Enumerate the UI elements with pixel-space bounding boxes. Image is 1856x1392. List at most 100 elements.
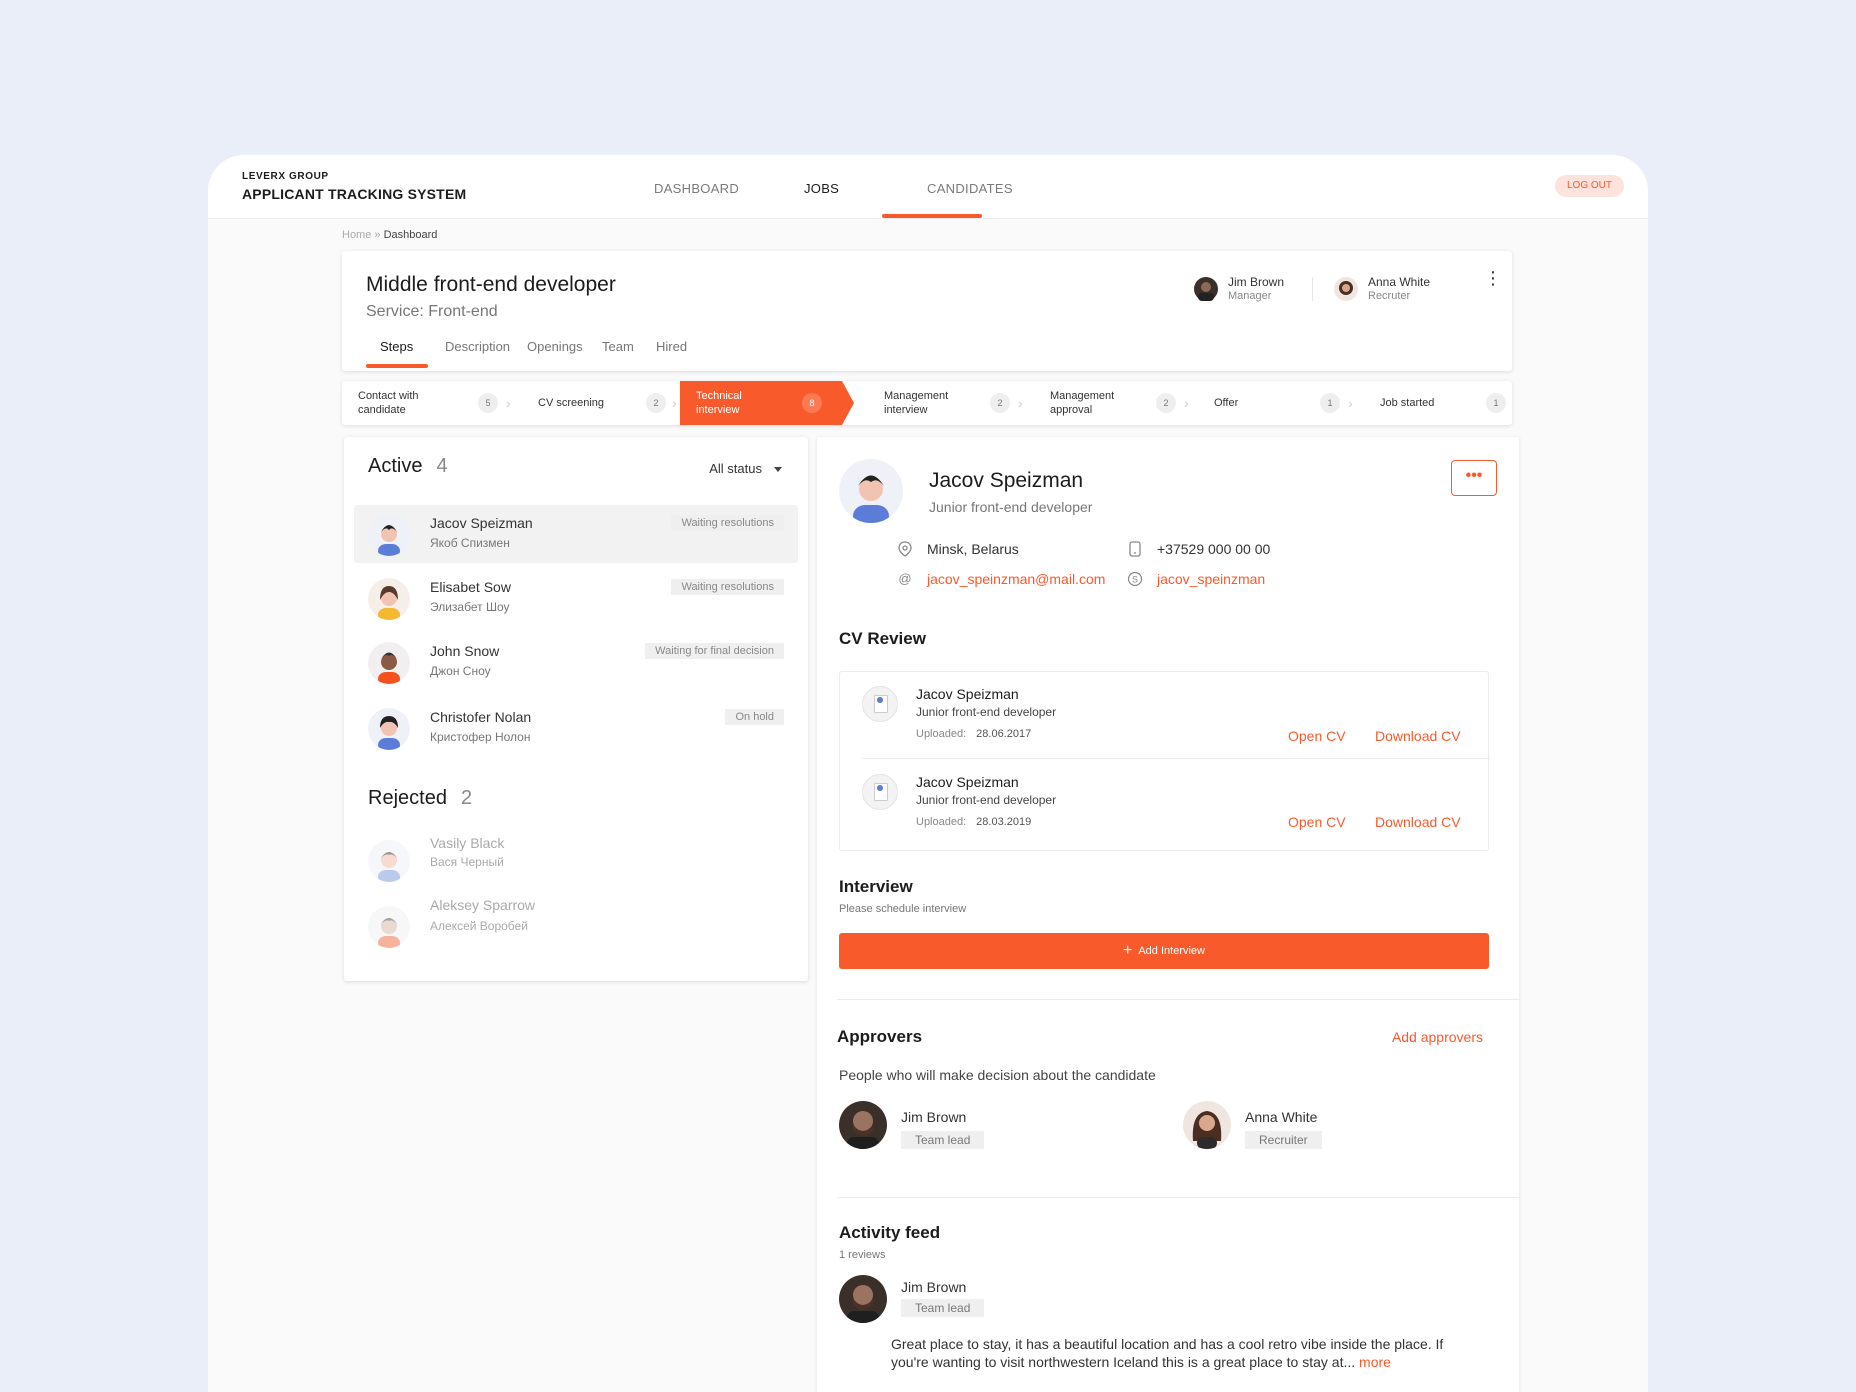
job-title: Middle front-end developer: [366, 273, 616, 296]
divider: [1312, 277, 1313, 301]
avatar-photo-icon: [1198, 282, 1214, 301]
candidate-avatar: [368, 708, 410, 750]
feed-review-text: Great place to stay, it has a beautiful …: [891, 1335, 1461, 1371]
location-text: Minsk, Belarus: [927, 541, 1019, 557]
step-management-approval[interactable]: Management approval 2 ›: [1034, 381, 1189, 425]
status-filter-value: All status: [709, 461, 762, 476]
breadcrumb: Home » Dashboard: [342, 229, 437, 241]
cv-candidate-role: Junior front-end developer: [916, 793, 1057, 807]
tab-openings[interactable]: Openings: [527, 339, 583, 354]
document-icon: [862, 686, 898, 722]
add-interview-button[interactable]: + Add Interview: [839, 933, 1489, 969]
phone-text: +37529 000 00 00: [1157, 541, 1271, 557]
step-count: 2: [1156, 393, 1176, 413]
approvers-title: Approvers: [837, 1027, 923, 1046]
cv-uploaded-label: Uploaded:: [916, 816, 967, 828]
avatar-photo-icon: [1192, 1111, 1222, 1149]
tab-steps[interactable]: Steps: [380, 339, 413, 354]
tab-hired[interactable]: Hired: [656, 339, 687, 354]
tab-description[interactable]: Description: [445, 339, 510, 354]
status-badge: Waiting for final decision: [645, 643, 784, 659]
download-cv-link[interactable]: Download CV: [1375, 728, 1461, 744]
cv-candidate-name: Jacov Speizman: [916, 774, 1019, 790]
status-badge: On hold: [725, 709, 784, 725]
candidate-name: Christofer Nolan: [430, 709, 532, 725]
step-cv-screening[interactable]: CV screening 2 ›: [522, 381, 677, 425]
approvers-hint: People who will make decision about the …: [839, 1067, 1156, 1083]
step-job-started[interactable]: Job started 1: [1364, 381, 1506, 425]
step-label: Management interview: [884, 390, 949, 416]
steps-pipeline: Contact with candidate 5 › CV screening …: [342, 381, 1512, 425]
step-count: 5: [478, 393, 498, 413]
candidate-row[interactable]: Elisabet Sow Элизабет Шоу Waiting resolu…: [354, 569, 798, 627]
more-actions-button[interactable]: •••: [1451, 460, 1497, 496]
app-window: LEVERX GROUP APPLICANT TRACKING SYSTEM D…: [208, 155, 1648, 1392]
candidate-row[interactable]: Vasily Black Вася Черный: [354, 831, 798, 889]
nav-jobs[interactable]: JOBS: [804, 181, 839, 196]
candidate-row[interactable]: Jacov Speizman Якоб Спизмен Waiting reso…: [354, 505, 798, 563]
caret-down-icon: [774, 467, 782, 473]
step-label: Technical interview: [696, 390, 742, 416]
candidate-email[interactable]: @ jacov_speinzman@mail.com: [897, 571, 1105, 587]
candidate-name-ru: Кристофер Нолон: [430, 730, 531, 744]
step-contact[interactable]: Contact with candidate 5 ›: [342, 381, 511, 425]
step-label: Job started: [1380, 397, 1435, 409]
breadcrumb-current: Dashboard: [383, 229, 438, 241]
approver-name: Anna White: [1245, 1109, 1318, 1125]
step-management-interview[interactable]: Management interview 2 ›: [868, 381, 1023, 425]
status-filter-dropdown[interactable]: All status: [709, 461, 782, 476]
breadcrumb-home[interactable]: Home: [342, 229, 371, 241]
person-avatar-icon: [378, 852, 400, 882]
person-avatar-icon: [378, 652, 400, 684]
kebab-menu-icon[interactable]: ⋮: [1484, 269, 1502, 287]
feed-more-link[interactable]: more: [1359, 1354, 1391, 1370]
status-badge: Waiting resolutions: [671, 515, 784, 531]
plus-icon: +: [1123, 942, 1133, 959]
cv-uploaded: Uploaded: 28.03.2019: [916, 816, 1031, 828]
manager-role: Manager: [1228, 290, 1272, 302]
approver-avatar: [1183, 1101, 1231, 1149]
step-label: CV screening: [538, 397, 605, 409]
logout-button[interactable]: LOG OUT: [1554, 175, 1624, 197]
candidate-name: Jacov Speizman: [929, 469, 1084, 492]
person-avatar-icon: [378, 586, 400, 620]
approver-name: Jim Brown: [901, 1109, 967, 1125]
person-avatar-icon: [378, 918, 400, 948]
divider: [862, 758, 1490, 759]
candidate-avatar: [368, 642, 410, 684]
skype-svg: S: [1127, 571, 1143, 587]
step-label: Management approval: [1050, 390, 1115, 416]
tab-team[interactable]: Team: [602, 339, 634, 354]
download-cv-link[interactable]: Download CV: [1375, 814, 1461, 830]
add-approvers-link[interactable]: Add approvers: [1392, 1029, 1483, 1045]
step-technical-interview[interactable]: Technical interview 8: [680, 381, 842, 425]
rejected-count: 2: [460, 787, 473, 809]
candidate-avatar: [368, 514, 410, 556]
nav-dashboard[interactable]: DASHBOARD: [654, 181, 739, 196]
candidate-name-ru: Алексей Воробей: [430, 919, 528, 933]
divider: [837, 999, 1519, 1000]
candidate-row[interactable]: Aleksey Sparrow Алексей Воробей: [354, 897, 798, 955]
nav-candidates[interactable]: CANDIDATES: [927, 181, 1013, 196]
step-offer[interactable]: Offer 1 ›: [1198, 381, 1353, 425]
interview-title: Interview: [839, 877, 913, 896]
top-bar: LEVERX GROUP APPLICANT TRACKING SYSTEM D…: [208, 155, 1648, 219]
cv-uploaded-date: 28.06.2017: [976, 728, 1032, 740]
candidate-avatar: [839, 459, 903, 523]
candidate-row[interactable]: John Snow Джон Сноу Waiting for final de…: [354, 633, 798, 691]
candidate-skype[interactable]: S jacov_speinzman: [1127, 571, 1265, 587]
job-manager: Jim Brown Manager: [1194, 275, 1284, 303]
open-cv-link[interactable]: Open CV: [1288, 728, 1346, 744]
candidate-avatar: [368, 906, 410, 948]
step-count: 2: [646, 393, 666, 413]
candidate-name: Elisabet Sow: [430, 579, 511, 595]
candidate-list-card: Active 4 All status Jacov Speizman Якоб С…: [344, 437, 808, 981]
avatar: [1194, 277, 1218, 301]
feed-author-avatar: [839, 1275, 887, 1323]
open-cv-link[interactable]: Open CV: [1288, 814, 1346, 830]
candidate-avatar: [368, 578, 410, 620]
approver-role-tag: Team lead: [901, 1131, 985, 1149]
person-avatar-icon: [853, 475, 889, 523]
candidate-row[interactable]: Christofer Nolan Кристофер Нолон On hold: [354, 699, 798, 757]
add-interview-label: Add Interview: [1138, 945, 1205, 957]
